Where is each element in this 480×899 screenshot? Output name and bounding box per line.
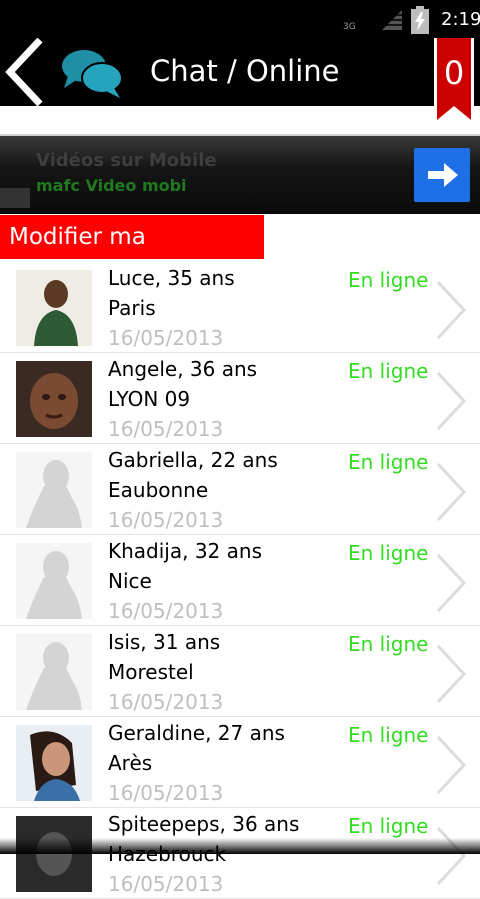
- online-status: En ligne: [348, 450, 429, 474]
- clock: 2:19: [441, 9, 480, 30]
- arrow-right-icon: [428, 163, 458, 187]
- online-status: En ligne: [348, 723, 429, 747]
- chevron-right-icon: [436, 280, 467, 340]
- chevron-right-icon: [436, 553, 467, 613]
- member-photo: [16, 270, 92, 346]
- ad-subtitle: mafc Video mobi: [36, 176, 187, 195]
- member-name-age: Geraldine, 27 ans: [108, 721, 285, 745]
- bottom-edge-shadow: [0, 838, 480, 854]
- battery-charging-icon: [411, 6, 429, 34]
- online-status: En ligne: [348, 541, 429, 565]
- status-bar: 3G 2:19: [0, 0, 480, 38]
- app-header: Chat / Online 0: [0, 38, 480, 126]
- notification-count[interactable]: 0: [432, 54, 476, 92]
- member-name-age: Angele, 36 ans: [108, 357, 258, 381]
- chevron-right-icon: [436, 644, 467, 704]
- member-date: 16/05/2013: [108, 326, 224, 350]
- member-row[interactable]: Isis, 31 ans Morestel 16/05/2013 En ligne: [0, 626, 480, 717]
- ad-corner-icon: [0, 188, 30, 208]
- member-date: 16/05/2013: [108, 599, 224, 623]
- member-date: 16/05/2013: [108, 781, 224, 805]
- signal-icon: [382, 10, 402, 30]
- ad-banner[interactable]: Vidéos sur Mobile mafc Video mobi: [0, 134, 480, 214]
- member-name-age: Luce, 35 ans: [108, 266, 235, 290]
- avatar-placeholder-icon: [16, 634, 92, 710]
- ad-open-button[interactable]: [414, 148, 470, 202]
- member-row[interactable]: Khadija, 32 ans Nice 16/05/2013 En ligne: [0, 535, 480, 626]
- member-photo: [16, 816, 92, 892]
- online-status: En ligne: [348, 814, 429, 838]
- online-status: En ligne: [348, 268, 429, 292]
- member-row[interactable]: Geraldine, 27 ans Arès 16/05/2013 En ligne: [0, 717, 480, 808]
- member-photo: [16, 725, 92, 801]
- chevron-right-icon: [436, 371, 467, 431]
- chevron-right-icon: [436, 462, 467, 522]
- member-date: 16/05/2013: [108, 508, 224, 532]
- modify-search-button[interactable]: Modifier ma recherche: [0, 215, 264, 294]
- member-photo: [16, 361, 92, 437]
- ad-title: Vidéos sur Mobile: [36, 150, 217, 171]
- member-name-age: Khadija, 32 ans: [108, 539, 262, 563]
- member-row[interactable]: Luce, 35 ans Paris 16/05/2013 En ligne: [0, 262, 480, 353]
- avatar-placeholder-icon: [16, 452, 92, 528]
- online-status: En ligne: [348, 359, 429, 383]
- online-status: En ligne: [348, 632, 429, 656]
- network-type: 3G: [343, 22, 356, 32]
- member-name-age: Gabriella, 22 ans: [108, 448, 278, 472]
- avatar-placeholder-icon: [16, 543, 92, 619]
- member-city: Paris: [108, 296, 156, 320]
- member-list: Luce, 35 ans Paris 16/05/2013 En ligne Angel…: [0, 262, 480, 899]
- chat-bubbles-icon: [62, 50, 123, 98]
- member-row[interactable]: Gabriella, 22 ans Eaubonne 16/05/2013 En li…: [0, 444, 480, 535]
- member-city: Arès: [108, 751, 153, 775]
- member-name-age: Isis, 31 ans: [108, 630, 221, 654]
- member-row[interactable]: Angele, 36 ans LYON 09 16/05/2013 En ligne: [0, 353, 480, 444]
- member-date: 16/05/2013: [108, 690, 224, 714]
- member-name-age: Spiteepeps, 36 ans: [108, 812, 300, 836]
- page-title: Chat / Online: [150, 54, 340, 88]
- member-city: Morestel: [108, 660, 194, 684]
- member-city: Eaubonne: [108, 478, 209, 502]
- member-date: 16/05/2013: [108, 872, 224, 896]
- member-city: Nice: [108, 569, 152, 593]
- back-chevron-icon[interactable]: [0, 38, 48, 106]
- chevron-right-icon: [436, 735, 467, 795]
- member-date: 16/05/2013: [108, 417, 224, 441]
- member-city: LYON 09: [108, 387, 191, 411]
- chevron-right-icon: [436, 826, 467, 886]
